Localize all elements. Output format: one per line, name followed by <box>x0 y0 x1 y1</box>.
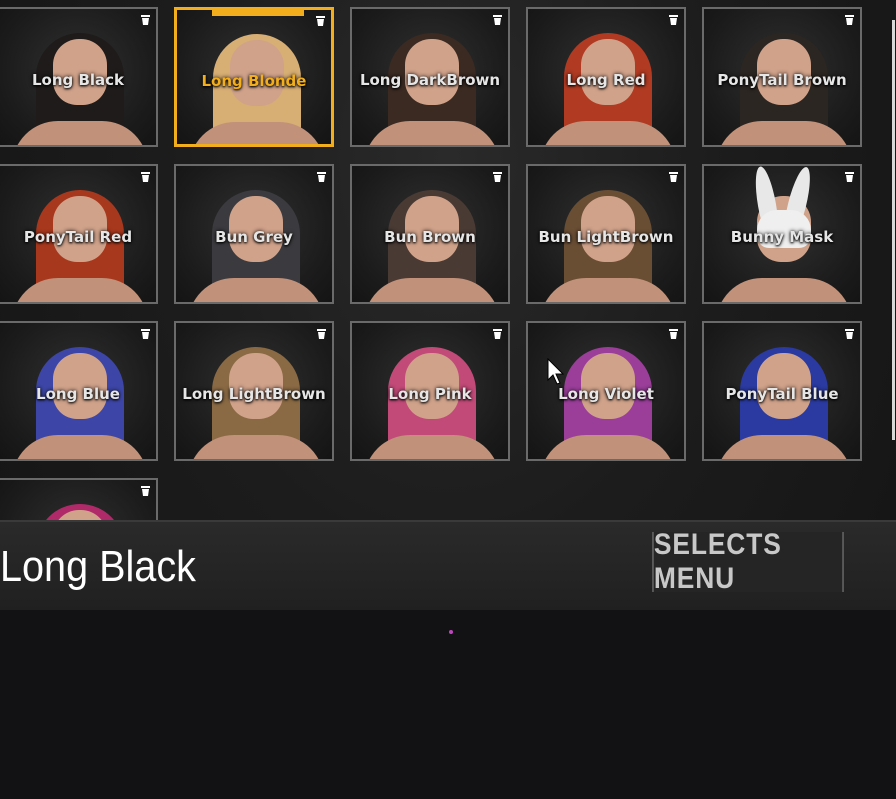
item-tile[interactable]: Bunny Mask <box>702 164 862 304</box>
item-grid: Long Black Long Blonde Long DarkBrown Long … <box>0 0 880 520</box>
trash-icon[interactable] <box>845 15 854 25</box>
indicator-dot <box>449 630 453 634</box>
item-tile[interactable]: Long Violet <box>526 321 686 461</box>
item-tile[interactable]: Bun Brown <box>350 164 510 304</box>
trash-icon[interactable] <box>669 15 678 25</box>
selects-menu-button[interactable]: SELECTS MENU <box>652 528 844 595</box>
item-label: Long Blonde <box>201 72 307 90</box>
item-label: Bun Grey <box>215 228 293 246</box>
item-tile[interactable]: PonyTail Red <box>0 164 158 304</box>
item-label: Long Black <box>31 71 125 89</box>
trash-icon[interactable] <box>316 16 325 26</box>
selected-item-name: Long Black <box>0 542 196 591</box>
item-tile[interactable]: Bun LightBrown <box>526 164 686 304</box>
item-label: Long Violet <box>558 385 654 403</box>
item-label: Long Pink <box>388 385 472 403</box>
item-label: Long Red <box>566 71 646 89</box>
item-label: PonyTail Brown <box>717 71 847 89</box>
item-tile[interactable]: Long LightBrown <box>174 321 334 461</box>
item-label: Long LightBrown <box>182 385 326 403</box>
trash-icon[interactable] <box>493 15 502 25</box>
item-label: PonyTail Red <box>23 228 133 246</box>
trash-icon[interactable] <box>141 486 150 496</box>
item-tile[interactable]: PonyTail Blue <box>702 321 862 461</box>
item-tile[interactable]: Long Black <box>0 7 158 147</box>
trash-icon[interactable] <box>317 172 326 182</box>
footer-bar: Long Black SELECTS MENU <box>0 520 896 612</box>
item-tile[interactable]: Long DarkBrown <box>350 7 510 147</box>
trash-icon[interactable] <box>669 172 678 182</box>
item-label: Long Blue <box>36 385 120 403</box>
trash-icon[interactable] <box>845 329 854 339</box>
trash-icon[interactable] <box>317 329 326 339</box>
item-tile[interactable]: Long Blonde <box>174 7 334 147</box>
bottom-area <box>0 610 896 799</box>
trash-icon[interactable] <box>845 172 854 182</box>
item-tile[interactable]: Bun Grey <box>174 164 334 304</box>
trash-icon[interactable] <box>493 172 502 182</box>
trash-icon[interactable] <box>141 329 150 339</box>
item-tile[interactable] <box>0 478 158 520</box>
item-tile[interactable]: Long Red <box>526 7 686 147</box>
item-label: PonyTail Blue <box>725 385 839 403</box>
cursor-icon <box>547 358 565 385</box>
item-label: Bunny Mask <box>730 228 834 246</box>
grid-scrollbar[interactable] <box>892 20 895 440</box>
trash-icon[interactable] <box>493 329 502 339</box>
trash-icon[interactable] <box>669 329 678 339</box>
item-tile[interactable]: PonyTail Brown <box>702 7 862 147</box>
item-label: Long DarkBrown <box>359 71 501 89</box>
selected-indicator-bar <box>212 10 304 16</box>
trash-icon[interactable] <box>141 172 150 182</box>
item-tile[interactable]: Long Blue <box>0 321 158 461</box>
item-label: Bun Brown <box>384 228 476 246</box>
trash-icon[interactable] <box>141 15 150 25</box>
item-label: Bun LightBrown <box>538 228 674 246</box>
item-tile[interactable]: Long Pink <box>350 321 510 461</box>
